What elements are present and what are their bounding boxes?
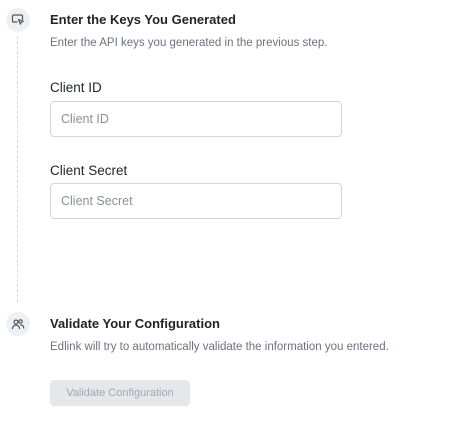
client-secret-label: Client Secret [50, 163, 128, 178]
client-secret-input[interactable] [50, 183, 342, 219]
users-icon [6, 312, 30, 336]
client-id-label: Client ID [50, 80, 102, 95]
step-description: Enter the API keys you generated in the … [50, 37, 328, 49]
setup-steps: Enter the Keys You Generated Enter the A… [0, 0, 469, 431]
cursor-click-icon [6, 8, 30, 32]
step-title: Enter the Keys You Generated [50, 12, 236, 27]
client-id-input[interactable] [50, 101, 342, 137]
step-title: Validate Your Configuration [50, 316, 220, 331]
step-description: Edlink will try to automatically validat… [50, 341, 389, 353]
step-connector-line [17, 36, 18, 302]
validate-configuration-button[interactable]: Validate Configuration [50, 380, 190, 406]
